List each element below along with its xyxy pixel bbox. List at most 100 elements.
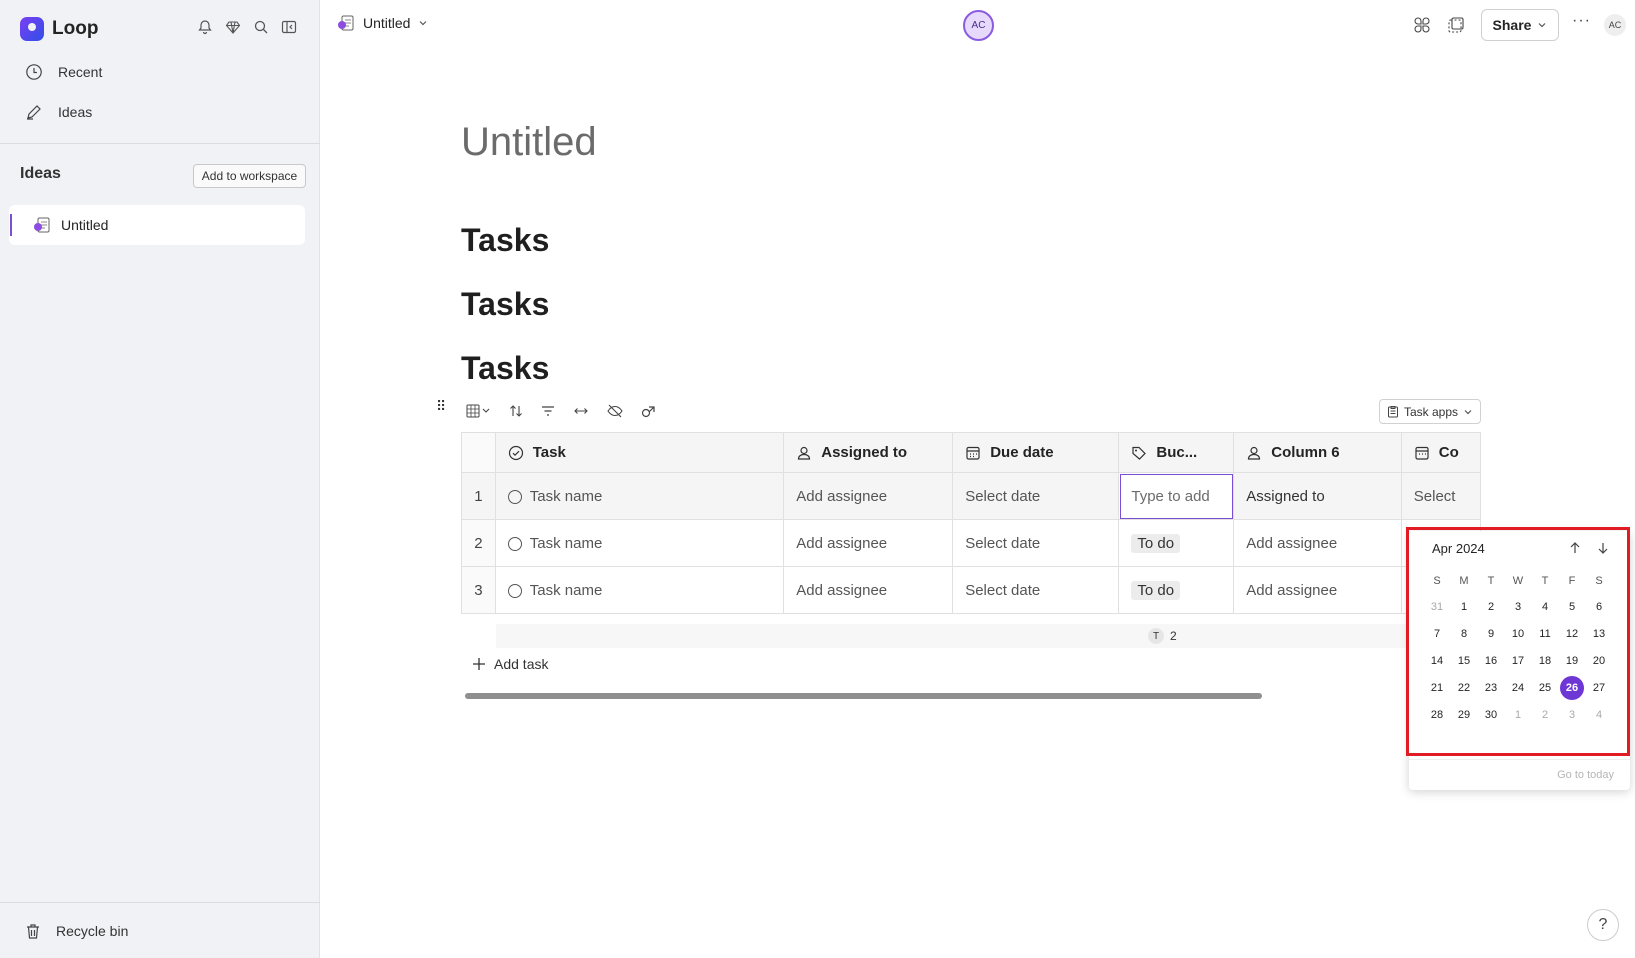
bucket-cell[interactable]: To do bbox=[1118, 566, 1235, 614]
assignee-cell[interactable]: Add assignee bbox=[783, 566, 954, 614]
sort-icon[interactable] bbox=[508, 400, 524, 422]
table-row: 1 Task name Add assignee Select date Typ… bbox=[461, 472, 1481, 520]
help-button[interactable]: ? bbox=[1587, 909, 1619, 941]
search-icon[interactable] bbox=[252, 16, 270, 38]
column-6-cell[interactable]: Add assignee bbox=[1233, 566, 1402, 614]
calendar-icon bbox=[965, 445, 981, 461]
apps-icon[interactable] bbox=[1412, 15, 1432, 35]
heading-tasks[interactable]: Tasks bbox=[461, 350, 549, 387]
task-cell[interactable]: Task name bbox=[494, 519, 785, 567]
go-to-today-button[interactable]: Go to today bbox=[1557, 769, 1614, 781]
due-date-cell[interactable]: Select date bbox=[952, 472, 1120, 520]
collaborator-avatar[interactable]: AC bbox=[963, 10, 994, 41]
task-apps-button[interactable]: Task apps bbox=[1379, 399, 1481, 424]
row-number: 1 bbox=[461, 472, 496, 520]
table-row: 2 Task name Add assignee Select date To … bbox=[461, 519, 1481, 567]
bucket-pill: To do bbox=[1131, 533, 1181, 553]
app-name: Loop bbox=[52, 18, 99, 39]
column-label: Column 6 bbox=[1271, 444, 1340, 461]
sidebar-item-label: Ideas bbox=[58, 104, 93, 120]
due-date-cell[interactable]: Select date bbox=[952, 519, 1120, 567]
column-label: Co bbox=[1438, 444, 1459, 461]
row-number-header bbox=[461, 432, 496, 473]
bucket-pill: To do bbox=[1131, 580, 1181, 600]
sidebar-item-ideas[interactable]: Ideas bbox=[24, 97, 92, 127]
due-date-cell[interactable]: Select date bbox=[952, 566, 1120, 614]
loop-page-icon bbox=[337, 14, 355, 32]
assignee-cell[interactable]: Add assignee bbox=[783, 472, 954, 520]
column-label: Buc... bbox=[1156, 444, 1198, 461]
bell-icon[interactable] bbox=[196, 16, 214, 38]
column-6-cell[interactable]: Assigned to bbox=[1233, 472, 1402, 520]
automation-icon[interactable] bbox=[640, 400, 658, 422]
person-icon bbox=[1246, 445, 1262, 461]
column-header-bucket[interactable]: Buc... bbox=[1118, 432, 1235, 473]
app-logo[interactable]: Loop bbox=[20, 14, 98, 44]
pencil-icon bbox=[24, 102, 44, 122]
task-cell[interactable]: Task name bbox=[494, 566, 785, 614]
plus-icon bbox=[472, 657, 486, 671]
column-6-cell[interactable]: Add assignee bbox=[1233, 519, 1402, 567]
recycle-bin-label: Recycle bin bbox=[56, 923, 129, 939]
user-avatar[interactable]: AC bbox=[1604, 14, 1626, 36]
component-icon[interactable] bbox=[1446, 15, 1466, 35]
summary-badge: T bbox=[1148, 628, 1164, 644]
picker-divider bbox=[1409, 759, 1630, 760]
sidebar-divider bbox=[0, 143, 320, 144]
add-to-workspace-button[interactable]: Add to workspace bbox=[193, 164, 306, 188]
sidebar-item-label: Recent bbox=[58, 64, 103, 80]
highlight-box bbox=[1406, 527, 1630, 756]
column-header-column-7[interactable]: Co bbox=[1400, 432, 1481, 473]
table-toolbar bbox=[466, 400, 658, 422]
task-cell[interactable]: Task name bbox=[494, 472, 785, 520]
chevron-down-icon bbox=[418, 18, 428, 28]
complete-task-circle-icon[interactable] bbox=[507, 489, 522, 504]
clock-icon bbox=[24, 62, 44, 82]
diamond-icon[interactable] bbox=[224, 16, 242, 38]
drag-handle-icon[interactable]: ⠿ bbox=[436, 398, 446, 415]
column-label: Assigned to bbox=[821, 444, 908, 461]
column-label: Due date bbox=[990, 444, 1054, 461]
task-table: Task Assigned to Due date Buc... Column … bbox=[461, 432, 1481, 619]
loop-logo-icon bbox=[20, 17, 44, 41]
sidebar-page-label: Untitled bbox=[61, 217, 109, 233]
assignee-cell[interactable]: Add assignee bbox=[783, 519, 954, 567]
sidebar-page-untitled[interactable]: Untitled bbox=[9, 205, 305, 245]
add-task-button[interactable]: Add task bbox=[472, 656, 548, 672]
table-summary-strip bbox=[496, 624, 1406, 648]
hide-icon[interactable] bbox=[606, 400, 624, 422]
doc-title-breadcrumb: Untitled bbox=[363, 15, 411, 31]
heading-tasks[interactable]: Tasks bbox=[461, 222, 549, 259]
breadcrumb[interactable]: Untitled bbox=[337, 14, 428, 32]
more-options-icon[interactable]: ··· bbox=[1572, 12, 1591, 30]
column-header-assigned-to[interactable]: Assigned to bbox=[783, 432, 954, 473]
task-name: Task name bbox=[529, 487, 603, 505]
horizontal-scrollbar[interactable] bbox=[465, 693, 1262, 699]
sidebar-item-recent[interactable]: Recent bbox=[24, 57, 102, 87]
filter-icon[interactable] bbox=[540, 400, 556, 422]
heading-tasks[interactable]: Tasks bbox=[461, 286, 549, 323]
column-7-cell[interactable]: Select bbox=[1400, 472, 1481, 520]
share-label: Share bbox=[1492, 17, 1532, 33]
bucket-cell[interactable]: To do bbox=[1118, 519, 1235, 567]
recycle-bin-button[interactable]: Recycle bin bbox=[24, 918, 128, 944]
share-button[interactable]: Share bbox=[1481, 9, 1559, 41]
column-header-task[interactable]: Task bbox=[494, 432, 785, 473]
row-number: 3 bbox=[461, 566, 496, 614]
tag-icon bbox=[1131, 445, 1147, 461]
column-header-due-date[interactable]: Due date bbox=[952, 432, 1120, 473]
table-view-icon[interactable] bbox=[466, 400, 492, 422]
column-label: Task bbox=[532, 444, 566, 461]
column-header-column-6[interactable]: Column 6 bbox=[1233, 432, 1402, 473]
add-task-label: Add task bbox=[494, 656, 549, 672]
resize-columns-icon[interactable] bbox=[572, 400, 590, 422]
collapse-sidebar-icon[interactable] bbox=[280, 16, 298, 38]
bucket-input[interactable]: Type to add bbox=[1118, 472, 1235, 520]
table-row: 3 Task name Add assignee Select date To … bbox=[461, 566, 1481, 614]
complete-task-circle-icon[interactable] bbox=[507, 583, 522, 598]
complete-task-circle-icon[interactable] bbox=[507, 536, 522, 551]
page-title[interactable]: Untitled bbox=[461, 120, 597, 165]
sidebar: Loop Recent Ideas Ideas Add to workspace bbox=[0, 0, 320, 958]
chevron-down-icon bbox=[1537, 20, 1547, 30]
task-apps-label: Task apps bbox=[1403, 404, 1459, 419]
